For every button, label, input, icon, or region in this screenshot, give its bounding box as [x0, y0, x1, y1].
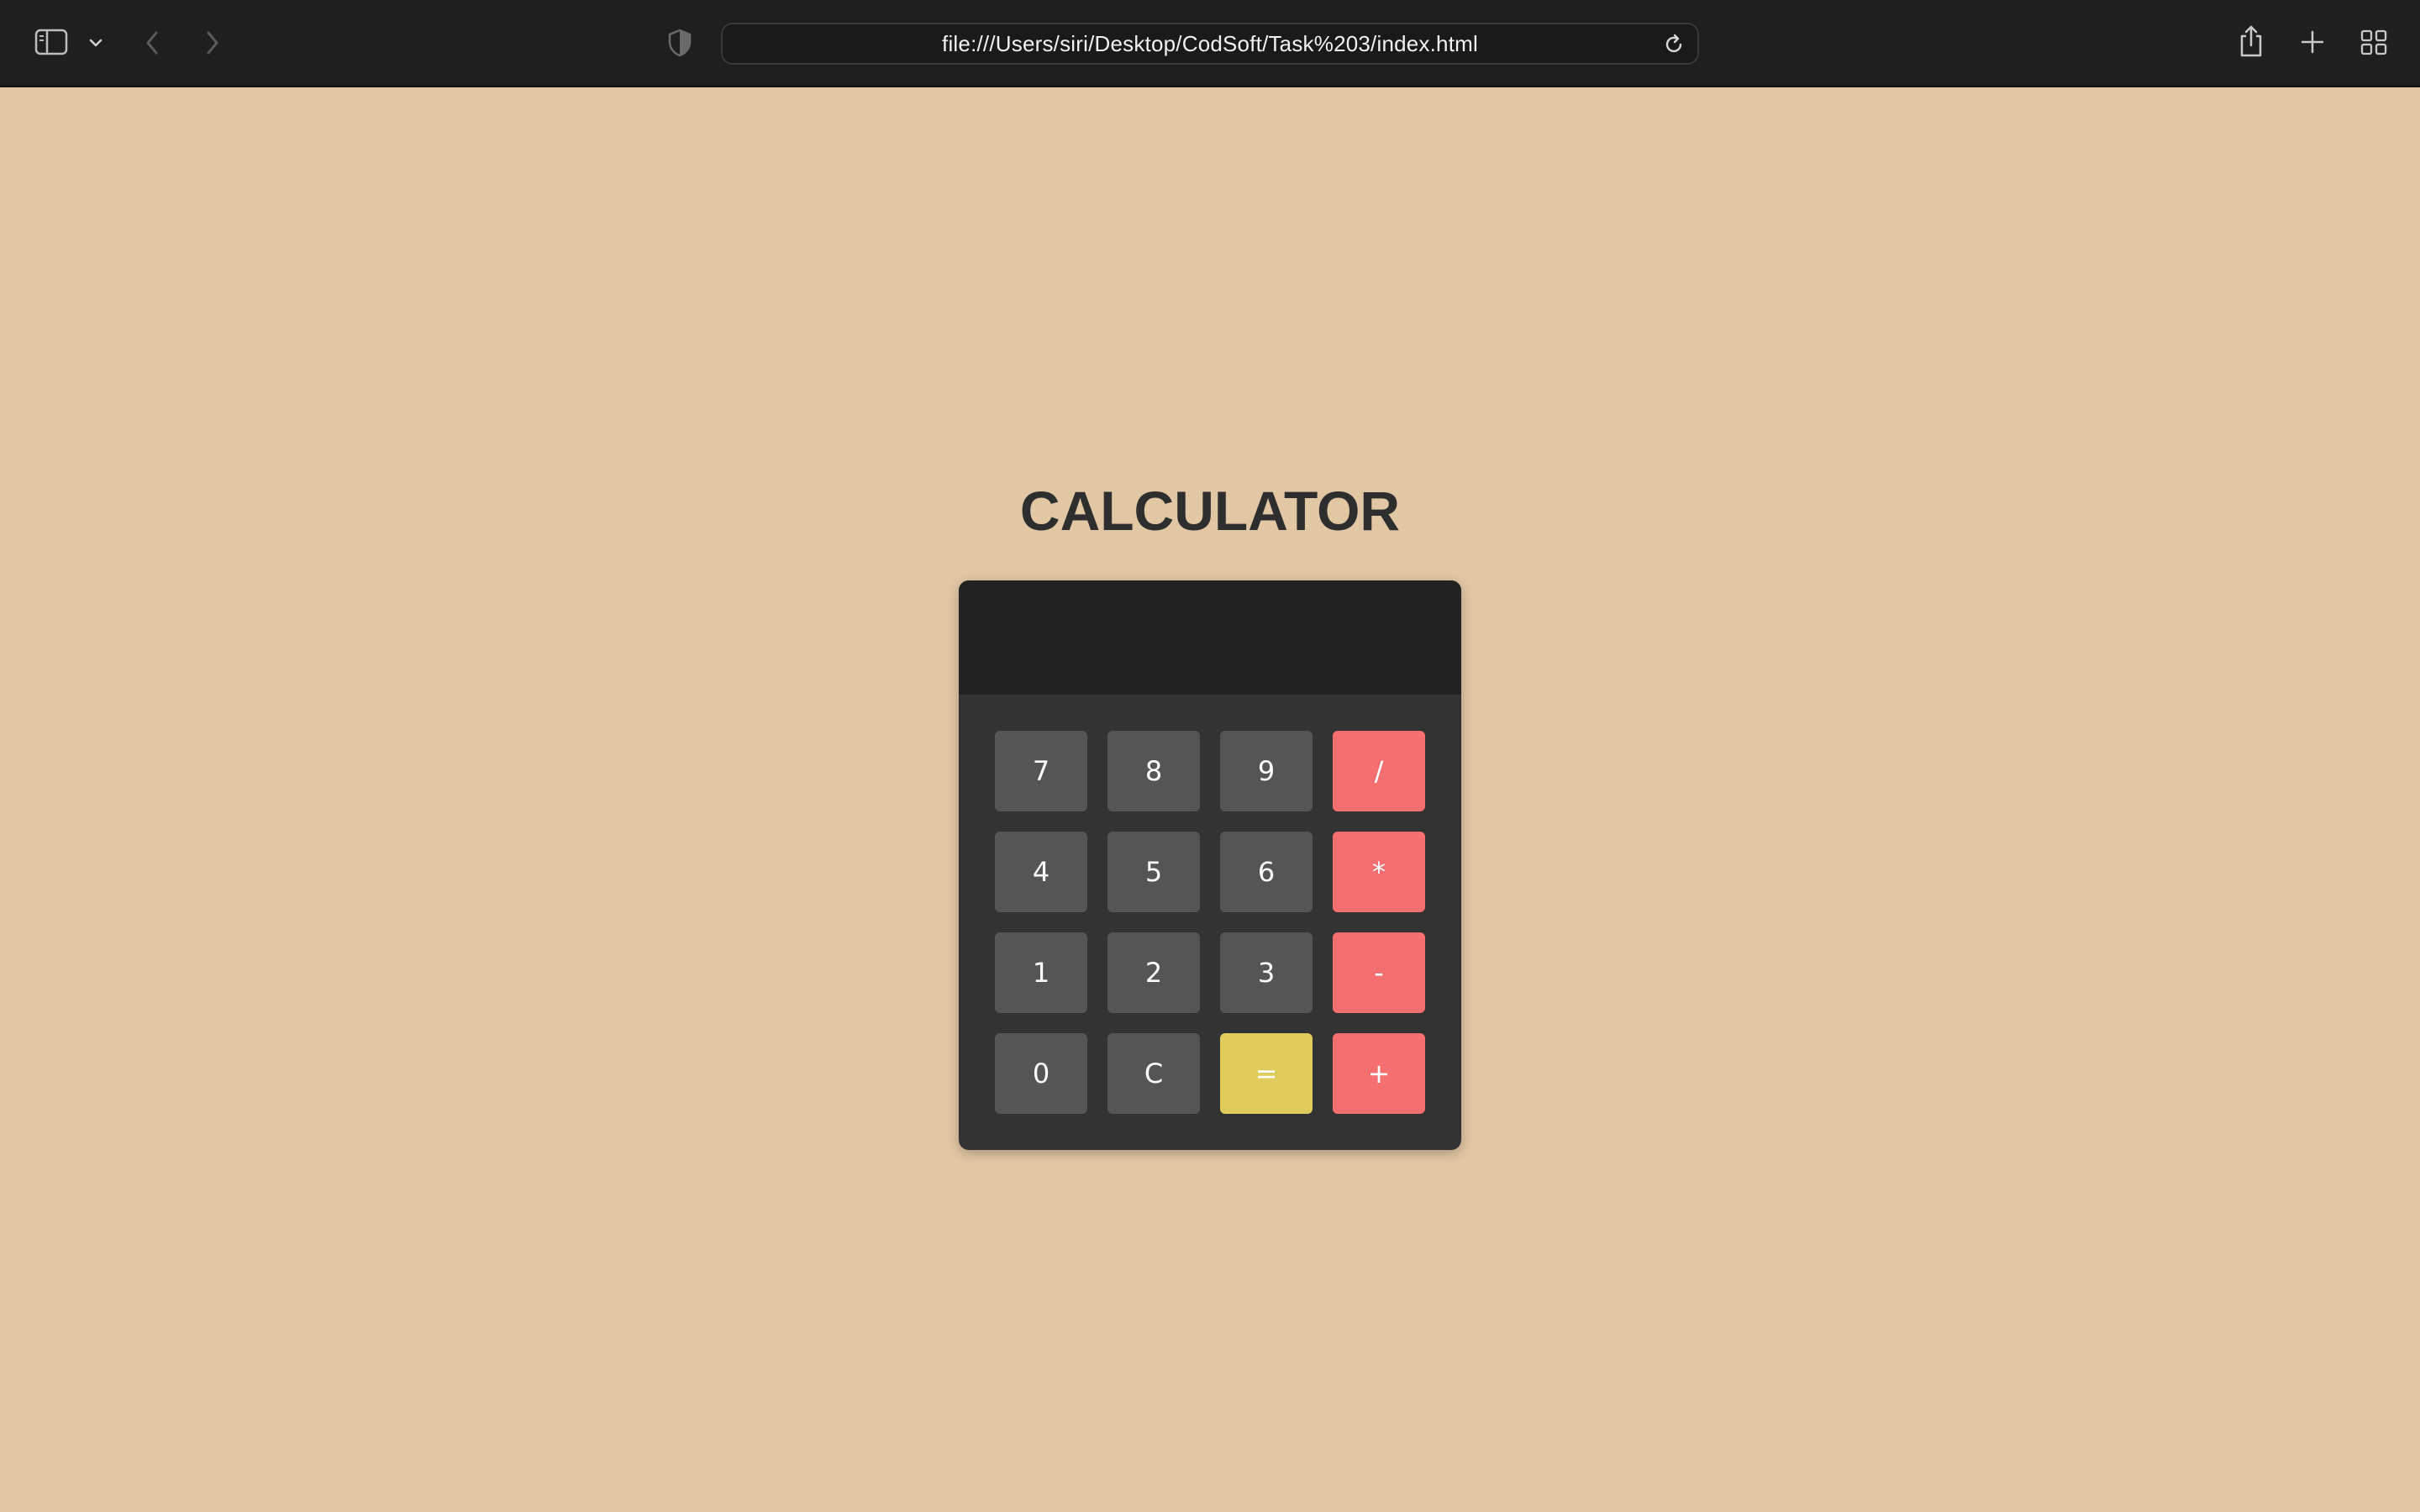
forward-icon[interactable]: [200, 27, 225, 59]
key-1[interactable]: 1: [995, 932, 1087, 1013]
calculator: 7 8 9 / 4 5 6 * 1 2 3 - 0 C = +: [959, 580, 1461, 1150]
key-multiply[interactable]: *: [1333, 832, 1425, 912]
key-subtract[interactable]: -: [1333, 932, 1425, 1013]
key-0[interactable]: 0: [995, 1033, 1087, 1114]
key-3[interactable]: 3: [1220, 932, 1313, 1013]
shield-icon[interactable]: [666, 27, 694, 59]
equals-button[interactable]: =: [1220, 1033, 1313, 1114]
key-9[interactable]: 9: [1220, 731, 1313, 811]
clear-button[interactable]: C: [1107, 1033, 1200, 1114]
address-bar[interactable]: file:///Users/siri/Desktop/CodSoft/Task%…: [721, 23, 1699, 65]
back-icon[interactable]: [139, 27, 165, 59]
key-7[interactable]: 7: [995, 731, 1087, 811]
key-5[interactable]: 5: [1107, 832, 1200, 912]
page-title: CALCULATOR: [1019, 480, 1401, 542]
key-6[interactable]: 6: [1220, 832, 1313, 912]
url-text: file:///Users/siri/Desktop/CodSoft/Task%…: [942, 30, 1478, 56]
key-add[interactable]: +: [1333, 1033, 1425, 1114]
key-divide[interactable]: /: [1333, 731, 1425, 811]
keypad: 7 8 9 / 4 5 6 * 1 2 3 - 0 C = +: [995, 731, 1425, 1114]
share-icon[interactable]: [2237, 22, 2265, 60]
tab-overview-icon[interactable]: [2360, 27, 2388, 57]
key-4[interactable]: 4: [995, 832, 1087, 912]
chevron-down-icon[interactable]: [86, 34, 106, 52]
key-8[interactable]: 8: [1107, 731, 1200, 811]
reload-icon[interactable]: [1662, 33, 1686, 56]
browser-toolbar: file:///Users/siri/Desktop/CodSoft/Task%…: [0, 0, 2420, 87]
plus-icon[interactable]: [2299, 27, 2326, 57]
key-2[interactable]: 2: [1107, 932, 1200, 1013]
calculator-display: [959, 580, 1461, 695]
sidebar-icon[interactable]: [34, 27, 69, 57]
